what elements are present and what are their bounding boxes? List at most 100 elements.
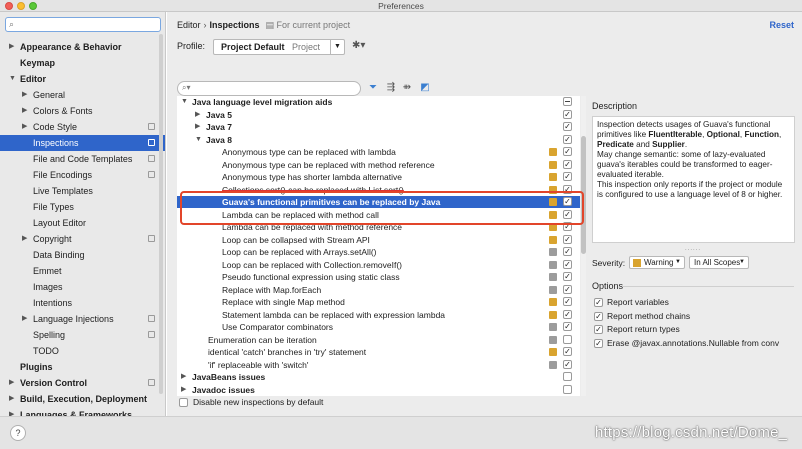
chevron-right-icon[interactable]: ▶ bbox=[195, 109, 200, 121]
inspection-row[interactable]: Replace with Map.forEach ✓ bbox=[177, 284, 580, 296]
sidebar-item-file-encodings[interactable]: File Encodings bbox=[0, 167, 165, 183]
inspection-row[interactable]: Enumeration can be iteration bbox=[177, 334, 580, 346]
sidebar-item-live-templates[interactable]: Live Templates bbox=[0, 183, 165, 199]
inspection-enabled-checkbox[interactable] bbox=[563, 384, 572, 394]
gear-icon[interactable]: ✱▾ bbox=[352, 40, 365, 51]
sidebar-item-code-style[interactable]: ▶ Code Style bbox=[0, 119, 165, 135]
inspection-enabled-checkbox[interactable]: ✓ bbox=[563, 134, 572, 144]
inspection-row[interactable]: Anonymous type can be replaced with lamb… bbox=[177, 146, 580, 158]
inspection-row[interactable]: ▶ JavaBeans issues bbox=[177, 371, 580, 383]
option-checkbox[interactable]: ✓ bbox=[594, 298, 603, 307]
inspection-enabled-checkbox[interactable]: ✓ bbox=[563, 272, 572, 281]
inspection-row[interactable]: Use Comparator combinators ✓ bbox=[177, 321, 580, 333]
inspection-row[interactable]: Loop can be replaced with Collection.rem… bbox=[177, 259, 580, 271]
inspection-search-input[interactable]: ⌕▾ bbox=[177, 81, 361, 96]
inspection-enabled-checkbox[interactable] bbox=[563, 334, 572, 344]
tree-scrollbar[interactable] bbox=[581, 96, 586, 396]
sidebar-item-copyright[interactable]: ▶ Copyright bbox=[0, 231, 165, 247]
sidebar-item-emmet[interactable]: Emmet bbox=[0, 263, 165, 279]
inspection-enabled-checkbox[interactable]: ✓ bbox=[563, 122, 572, 131]
sidebar-item-intentions[interactable]: Intentions bbox=[0, 295, 165, 311]
sidebar-item-images[interactable]: Images bbox=[0, 279, 165, 295]
profile-select[interactable]: Project Default Project ▼ bbox=[213, 39, 345, 55]
sidebar-item-file-and-code-templates[interactable]: File and Code Templates bbox=[0, 151, 165, 167]
inspection-enabled-checkbox[interactable]: ✓ bbox=[563, 147, 572, 156]
inspection-row[interactable]: Statement lambda can be replaced with ex… bbox=[177, 309, 580, 321]
inspection-enabled-checkbox[interactable]: ✓ bbox=[563, 309, 572, 319]
filter-icon[interactable]: ⏷ bbox=[367, 82, 379, 94]
sidebar-item-plugins[interactable]: Plugins bbox=[0, 359, 165, 375]
sidebar-item-colors-fonts[interactable]: ▶ Colors & Fonts bbox=[0, 103, 165, 119]
reset-to-default-icon[interactable]: ◩ bbox=[419, 82, 431, 94]
inspection-enabled-checkbox[interactable]: ✓ bbox=[563, 322, 572, 331]
sidebar-item-inspections[interactable]: Inspections bbox=[0, 135, 165, 151]
inspection-row[interactable]: Anonymous type has shorter lambda altern… bbox=[177, 171, 580, 183]
sidebar-item-language-injections[interactable]: ▶ Language Injections bbox=[0, 311, 165, 327]
inspection-enabled-checkbox[interactable]: ✓ bbox=[563, 259, 572, 269]
chevron-right-icon[interactable]: ▶ bbox=[9, 407, 14, 416]
chevron-right-icon[interactable]: ▶ bbox=[9, 391, 14, 407]
inspection-row[interactable]: Pseudo functional expression using stati… bbox=[177, 271, 580, 283]
collapse-all-icon[interactable]: ⇻ bbox=[401, 82, 413, 94]
inspection-row[interactable]: ▼ Java 8 ✓ bbox=[177, 134, 580, 146]
chevron-right-icon[interactable]: ▶ bbox=[181, 371, 186, 383]
inspection-row[interactable]: Loop can be replaced with Arrays.setAll(… bbox=[177, 246, 580, 258]
sidebar-item-build-execution-deployment[interactable]: ▶ Build, Execution, Deployment bbox=[0, 391, 165, 407]
chevron-right-icon[interactable]: ▶ bbox=[9, 39, 14, 55]
option-checkbox[interactable]: ✓ bbox=[594, 311, 603, 321]
sidebar-item-general[interactable]: ▶ General bbox=[0, 87, 165, 103]
chevron-right-icon[interactable]: ▶ bbox=[181, 384, 186, 396]
sidebar-item-appearance-behavior[interactable]: ▶ Appearance & Behavior bbox=[0, 39, 165, 55]
inspection-row[interactable]: ▼ Java language level migration aids bbox=[177, 96, 580, 108]
chevron-right-icon[interactable]: ▶ bbox=[9, 375, 14, 391]
inspection-enabled-checkbox[interactable]: ✓ bbox=[563, 347, 572, 356]
sidebar-scrollbar[interactable] bbox=[159, 34, 163, 394]
sidebar-search-input[interactable]: ⌕ bbox=[5, 17, 161, 32]
chevron-down-icon[interactable]: ▼ bbox=[9, 71, 16, 87]
option-checkbox[interactable]: ✓ bbox=[594, 325, 603, 334]
sidebar-item-editor[interactable]: ▼ Editor bbox=[0, 71, 165, 87]
inspection-enabled-checkbox[interactable]: ✓ bbox=[563, 247, 572, 256]
inspection-enabled-checkbox[interactable]: ✓ bbox=[563, 297, 572, 306]
inspection-row[interactable]: Replace with single Map method ✓ bbox=[177, 296, 580, 308]
help-button[interactable]: ? bbox=[10, 425, 26, 441]
chevron-right-icon[interactable]: ▶ bbox=[22, 87, 27, 103]
sidebar-item-layout-editor[interactable]: Layout Editor bbox=[0, 215, 165, 231]
inspection-enabled-checkbox[interactable]: ✓ bbox=[563, 109, 572, 119]
inspection-enabled-checkbox[interactable] bbox=[563, 97, 572, 106]
inspection-enabled-checkbox[interactable]: ✓ bbox=[563, 284, 572, 294]
inspection-row[interactable]: ▶ Javadoc issues bbox=[177, 384, 580, 396]
chevron-right-icon[interactable]: ▶ bbox=[22, 119, 27, 135]
sidebar-item-keymap[interactable]: Keymap bbox=[0, 55, 165, 71]
sidebar-item-spelling[interactable]: Spelling bbox=[0, 327, 165, 343]
inspection-enabled-checkbox[interactable]: ✓ bbox=[563, 234, 572, 244]
inspection-row[interactable]: 'if' replaceable with 'switch' ✓ bbox=[177, 359, 580, 371]
inspection-row[interactable]: ▶ Java 5 ✓ bbox=[177, 109, 580, 121]
chevron-right-icon[interactable]: ▶ bbox=[22, 311, 27, 327]
sidebar-item-data-binding[interactable]: Data Binding bbox=[0, 247, 165, 263]
scope-select[interactable]: In All Scopes ▼ bbox=[689, 256, 749, 269]
option-checkbox[interactable]: ✓ bbox=[594, 338, 603, 348]
inspection-row[interactable]: Anonymous type can be replaced with meth… bbox=[177, 159, 580, 171]
chevron-right-icon[interactable]: ▶ bbox=[22, 231, 27, 247]
sidebar-item-todo[interactable]: TODO bbox=[0, 343, 165, 359]
sidebar-item-version-control[interactable]: ▶ Version Control bbox=[0, 375, 165, 391]
inspection-enabled-checkbox[interactable]: ✓ bbox=[563, 359, 572, 369]
inspection-row[interactable]: identical 'catch' branches in 'try' stat… bbox=[177, 346, 580, 358]
chevron-down-icon[interactable]: ▼ bbox=[195, 134, 202, 146]
splitter-handle[interactable]: ...... bbox=[685, 246, 701, 252]
inspection-row[interactable]: Loop can be collapsed with Stream API ✓ bbox=[177, 234, 580, 246]
disable-new-checkbox[interactable] bbox=[179, 398, 188, 407]
sidebar-item-languages-frameworks[interactable]: ▶ Languages & Frameworks bbox=[0, 407, 165, 416]
inspection-row[interactable]: ▶ Java 7 ✓ bbox=[177, 121, 580, 133]
chevron-right-icon[interactable]: ▶ bbox=[22, 103, 27, 119]
chevron-right-icon[interactable]: ▶ bbox=[195, 121, 200, 133]
inspection-enabled-checkbox[interactable] bbox=[563, 372, 572, 381]
chevron-down-icon[interactable]: ▼ bbox=[330, 40, 344, 54]
chevron-down-icon[interactable]: ▼ bbox=[181, 96, 188, 108]
severity-select[interactable]: Warning ▼ bbox=[629, 256, 685, 269]
inspection-enabled-checkbox[interactable]: ✓ bbox=[563, 172, 572, 181]
reset-link[interactable]: Reset bbox=[769, 20, 794, 30]
expand-all-icon[interactable]: ⇶ bbox=[385, 82, 397, 94]
inspection-enabled-checkbox[interactable]: ✓ bbox=[563, 159, 572, 169]
